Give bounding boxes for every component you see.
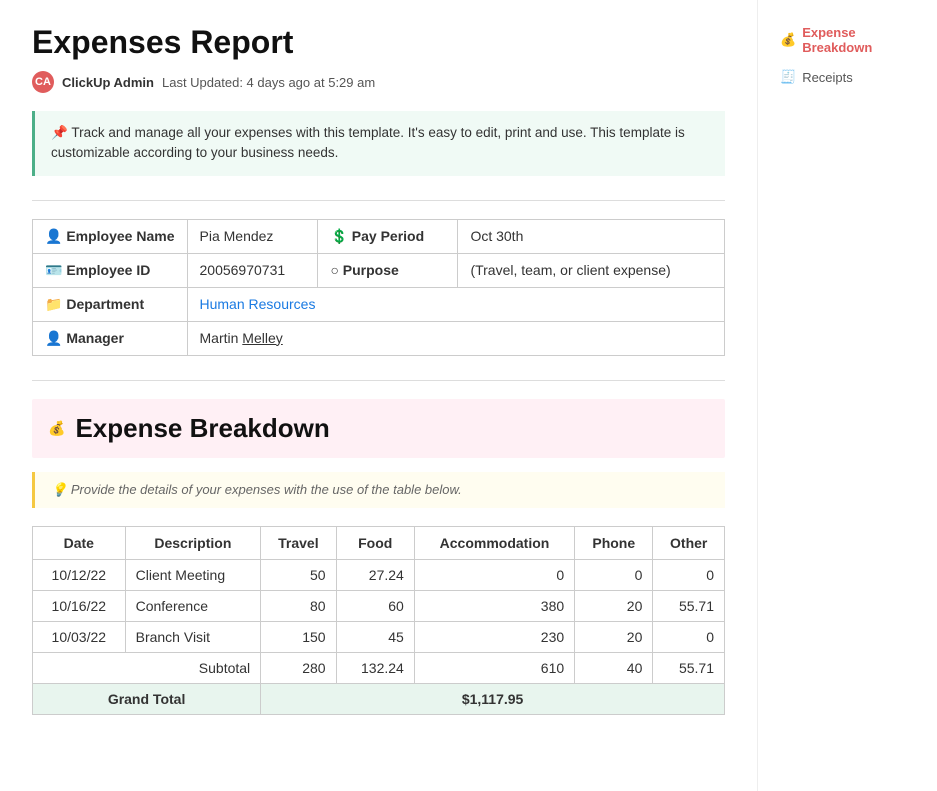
manager-label: 👤 Manager [33, 321, 188, 355]
subtotal-row: Subtotal 280 132.24 610 40 55.71 [33, 652, 725, 683]
cell-travel: 50 [261, 559, 336, 590]
col-date: Date [33, 526, 126, 559]
expense-section-icon: 💰 [48, 420, 65, 437]
cell-description: Conference [125, 590, 261, 621]
subtotal-food: 132.24 [336, 652, 414, 683]
sidebar-icon: 💰 [780, 32, 796, 48]
table-header-row: Date Description Travel Food Accommodati… [33, 526, 725, 559]
sidebar: 💰 Expense Breakdown 🧾 Receipts [757, 0, 937, 791]
expense-section-title: Expense Breakdown [75, 413, 329, 444]
subtotal-label: Subtotal [33, 652, 261, 683]
dept-label: 📁 Department [33, 287, 188, 321]
intro-icon: 📌 [51, 125, 71, 140]
cell-phone: 20 [575, 590, 653, 621]
last-updated: Last Updated: 4 days ago at 5:29 am [162, 75, 375, 90]
cell-accommodation: 0 [414, 559, 574, 590]
hint-box: 💡 Provide the details of your expenses w… [32, 472, 725, 508]
pay-period-label: 💲 Pay Period [318, 219, 458, 253]
author-name: ClickUp Admin [62, 75, 154, 90]
cell-food: 60 [336, 590, 414, 621]
col-other: Other [653, 526, 725, 559]
cell-phone: 20 [575, 621, 653, 652]
subtotal-accommodation: 610 [414, 652, 574, 683]
pay-period-value: Oct 30th [458, 219, 725, 253]
hint-text: Provide the details of your expenses wit… [71, 482, 462, 497]
cell-other: 0 [653, 621, 725, 652]
intro-text: Track and manage all your expenses with … [51, 125, 685, 160]
meta-row: CA ClickUp Admin Last Updated: 4 days ag… [32, 71, 725, 93]
col-travel: Travel [261, 526, 336, 559]
dept-value: Human Resources [187, 287, 725, 321]
avatar: CA [32, 71, 54, 93]
emp-id-label: 🪪 Employee ID [33, 253, 188, 287]
col-description: Description [125, 526, 261, 559]
table-row: 👤 Employee Name Pia Mendez 💲 Pay Period … [33, 219, 725, 253]
emp-id-value: 20056970731 [187, 253, 318, 287]
divider-2 [32, 380, 725, 381]
page-title: Expenses Report [32, 24, 725, 61]
grand-total-label: Grand Total [33, 683, 261, 714]
cell-description: Branch Visit [125, 621, 261, 652]
grand-total-row: Grand Total $1,117.95 [33, 683, 725, 714]
cell-phone: 0 [575, 559, 653, 590]
main-content: Expenses Report CA ClickUp Admin Last Up… [0, 0, 757, 791]
sidebar-icon: 🧾 [780, 69, 796, 85]
purpose-value: (Travel, team, or client expense) [458, 253, 725, 287]
cell-accommodation: 230 [414, 621, 574, 652]
col-accommodation: Accommodation [414, 526, 574, 559]
table-row: 10/03/22 Branch Visit 150 45 230 20 0 [33, 621, 725, 652]
manager-value: Martin Melley [187, 321, 725, 355]
table-row: 👤 Manager Martin Melley [33, 321, 725, 355]
intro-box: 📌 Track and manage all your expenses wit… [32, 111, 725, 176]
cell-food: 27.24 [336, 559, 414, 590]
cell-food: 45 [336, 621, 414, 652]
expense-table: Date Description Travel Food Accommodati… [32, 526, 725, 715]
divider-1 [32, 200, 725, 201]
hint-icon: 💡 [51, 482, 71, 497]
table-row: 📁 Department Human Resources [33, 287, 725, 321]
cell-travel: 150 [261, 621, 336, 652]
sidebar-item-receipts[interactable]: 🧾 Receipts [774, 64, 921, 90]
cell-accommodation: 380 [414, 590, 574, 621]
table-row: 🪪 Employee ID 20056970731 ○ Purpose (Tra… [33, 253, 725, 287]
subtotal-other: 55.71 [653, 652, 725, 683]
cell-other: 0 [653, 559, 725, 590]
sidebar-item-expense-breakdown[interactable]: 💰 Expense Breakdown [774, 20, 921, 60]
table-row: 10/16/22 Conference 80 60 380 20 55.71 [33, 590, 725, 621]
col-food: Food [336, 526, 414, 559]
table-row: 10/12/22 Client Meeting 50 27.24 0 0 0 [33, 559, 725, 590]
grand-total-value: $1,117.95 [261, 683, 725, 714]
expense-section-heading: 💰 Expense Breakdown [32, 399, 725, 458]
cell-date: 10/16/22 [33, 590, 126, 621]
subtotal-phone: 40 [575, 652, 653, 683]
cell-date: 10/03/22 [33, 621, 126, 652]
cell-date: 10/12/22 [33, 559, 126, 590]
purpose-label: ○ Purpose [318, 253, 458, 287]
sidebar-label: Expense Breakdown [802, 25, 915, 55]
cell-other: 55.71 [653, 590, 725, 621]
sidebar-label: Receipts [802, 70, 853, 85]
emp-name-value: Pia Mendez [187, 219, 318, 253]
subtotal-travel: 280 [261, 652, 336, 683]
employee-table: 👤 Employee Name Pia Mendez 💲 Pay Period … [32, 219, 725, 356]
col-phone: Phone [575, 526, 653, 559]
cell-description: Client Meeting [125, 559, 261, 590]
emp-name-label: 👤 Employee Name [33, 219, 188, 253]
cell-travel: 80 [261, 590, 336, 621]
